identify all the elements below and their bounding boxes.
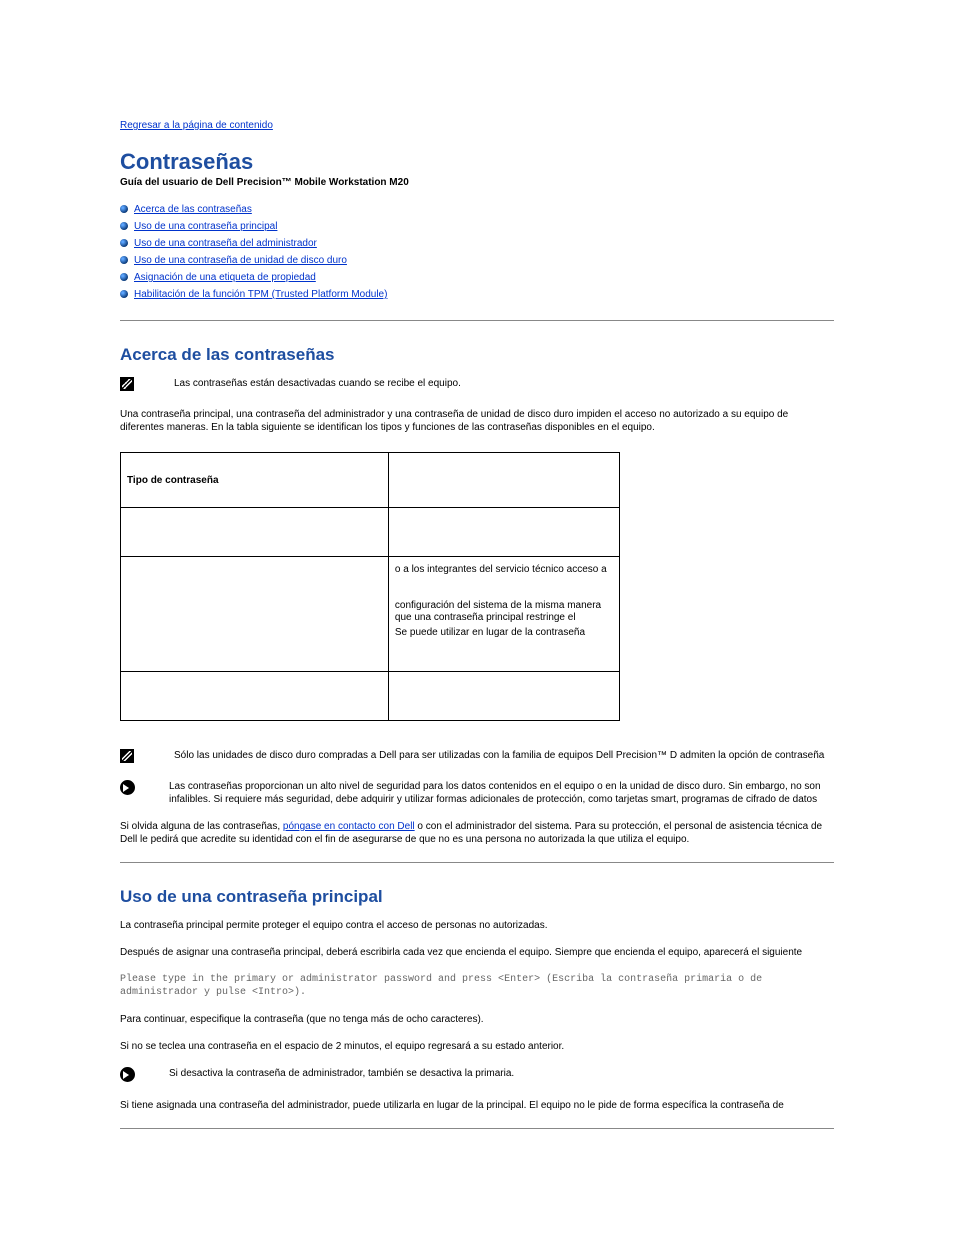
toc-link[interactable]: Uso de una contraseña principal (134, 221, 277, 232)
document-page: Regresar a la página de contenido Contra… (0, 0, 954, 1213)
body-paragraph: Para continuar, especifique la contraseñ… (120, 1013, 834, 1026)
table-header-type: Tipo de contraseña (121, 453, 389, 508)
divider (120, 862, 834, 863)
toc-list: Acerca de las contraseñas Uso de una con… (120, 202, 834, 302)
bullet-icon (120, 256, 128, 264)
bullet-icon (120, 273, 128, 281)
note-icon (120, 749, 134, 763)
caution-text: Si desactiva la contraseña de administra… (169, 1067, 514, 1080)
password-types-table: Tipo de contraseña o a los integrantes d… (120, 452, 620, 721)
caution-text: Las contraseñas proporcionan un alto niv… (169, 780, 834, 806)
text-fragment: Si olvida alguna de las contraseñas, (120, 821, 283, 832)
body-paragraph: Si no se teclea una contraseña en el esp… (120, 1040, 834, 1053)
toc-link[interactable]: Uso de una contraseña del administrador (134, 238, 317, 249)
table-cell (388, 508, 619, 557)
body-paragraph: Después de asignar una contraseña princi… (120, 946, 834, 959)
caution-icon (120, 780, 135, 795)
note-text: Las contraseñas están desactivadas cuand… (174, 377, 461, 390)
section-heading: Acerca de las contraseñas (120, 345, 834, 365)
table-cell (388, 672, 619, 721)
body-paragraph: Una contraseña principal, una contraseña… (120, 408, 834, 434)
divider (120, 1128, 834, 1129)
bullet-icon (120, 205, 128, 213)
toc-link[interactable]: Acerca de las contraseñas (134, 204, 252, 215)
toc-link[interactable]: Asignación de una etiqueta de propiedad (134, 272, 316, 283)
divider (120, 320, 834, 321)
toc-link[interactable]: Habilitación de la función TPM (Trusted … (134, 289, 387, 300)
body-paragraph: La contraseña principal permite proteger… (120, 919, 834, 932)
page-title: Contraseñas (120, 149, 834, 175)
table-header-features (388, 453, 619, 508)
bullet-icon (120, 290, 128, 298)
note-text: Sólo las unidades de disco duro comprada… (174, 749, 824, 762)
back-to-contents-link[interactable]: Regresar a la página de contenido (120, 120, 273, 131)
table-cell (121, 508, 389, 557)
caution-icon (120, 1067, 135, 1082)
table-cell (121, 557, 389, 672)
toc-link[interactable]: Uso de una contraseña de unidad de disco… (134, 255, 347, 266)
section-heading: Uso de una contraseña principal (120, 887, 834, 907)
note-icon (120, 377, 134, 391)
body-paragraph: Si tiene asignada una contraseña del adm… (120, 1099, 834, 1112)
feature-text: configuración del sistema de la misma ma… (395, 600, 613, 624)
contact-dell-link[interactable]: póngase en contacto con Dell (283, 821, 415, 832)
page-subtitle: Guía del usuario de Dell Precision™ Mobi… (120, 177, 834, 188)
body-paragraph: Si olvida alguna de las contraseñas, pón… (120, 820, 834, 846)
table-cell: o a los integrantes del servicio técnico… (388, 557, 619, 672)
code-prompt: Please type in the primary or administra… (120, 973, 834, 999)
bullet-icon (120, 239, 128, 247)
feature-text: Se puede utilizar en lugar de la contras… (395, 627, 613, 639)
feature-text: o a los integrantes del servicio técnico… (395, 564, 613, 576)
table-cell (121, 672, 389, 721)
bullet-icon (120, 222, 128, 230)
